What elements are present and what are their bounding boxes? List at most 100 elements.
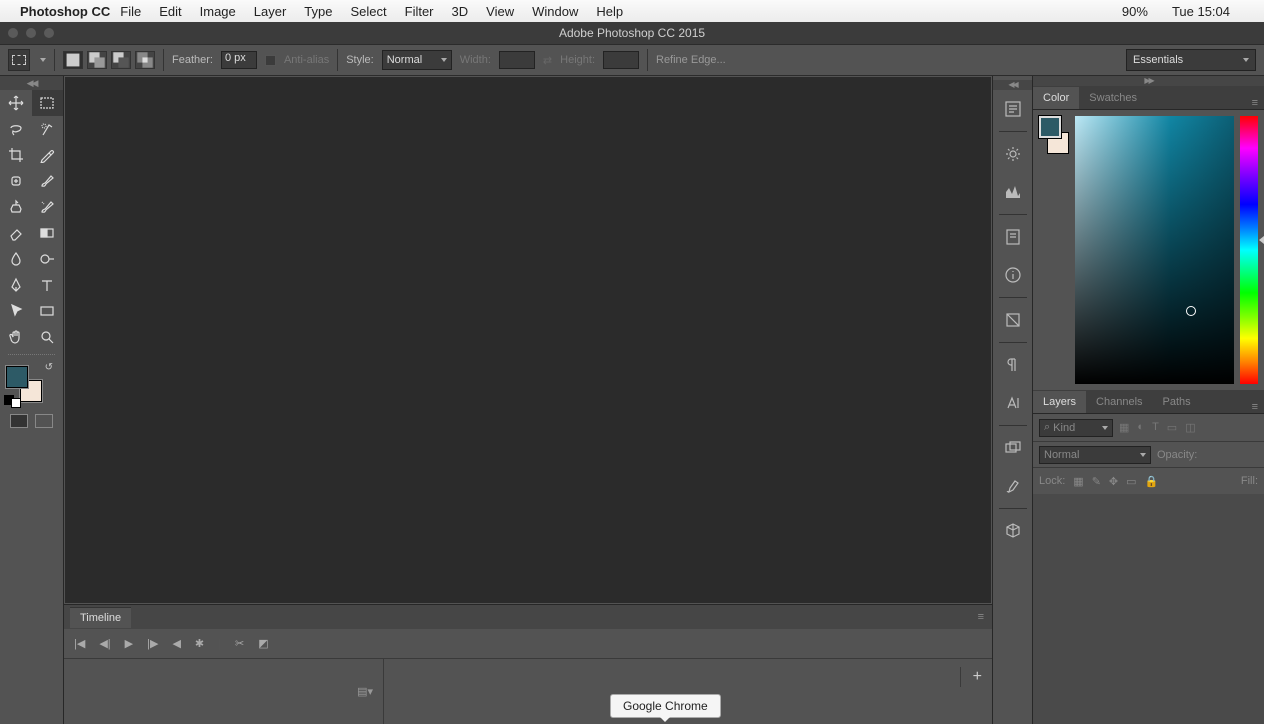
crop-tool[interactable]	[0, 142, 32, 168]
path-selection-tool[interactable]	[0, 298, 32, 324]
brush-tool[interactable]	[32, 168, 64, 194]
workspace-switcher[interactable]: Essentials	[1126, 49, 1256, 71]
dock-collapse-handle[interactable]: ◀◀	[993, 80, 1032, 90]
timeline-play-button[interactable]: ▶	[125, 637, 133, 650]
screen-mode-button[interactable]	[35, 414, 53, 428]
refine-edge-button[interactable]: Refine Edge...	[656, 54, 726, 66]
timeline-settings-icon[interactable]: ✱	[195, 637, 204, 650]
timeline-add-media-icon[interactable]: ▤▾	[357, 685, 373, 698]
blur-tool[interactable]	[0, 246, 32, 272]
menu-3d[interactable]: 3D	[452, 4, 469, 19]
selection-add-button[interactable]	[87, 51, 107, 69]
selection-new-button[interactable]	[63, 51, 83, 69]
quick-selection-tool[interactable]	[32, 116, 64, 142]
tool-preset-button[interactable]	[8, 49, 30, 71]
styles-panel-icon[interactable]	[999, 472, 1027, 500]
zoom-tool[interactable]	[32, 324, 64, 350]
move-tool[interactable]	[0, 90, 32, 116]
tools-collapse-handle[interactable]: ◀◀	[0, 76, 63, 90]
timeline-split-button[interactable]: ✂	[235, 637, 244, 650]
selection-subtract-button[interactable]	[111, 51, 131, 69]
rectangular-marquee-tool[interactable]	[32, 90, 64, 116]
eraser-tool[interactable]	[0, 220, 32, 246]
properties-panel-icon[interactable]	[999, 223, 1027, 251]
menu-type[interactable]: Type	[304, 4, 332, 19]
lock-transparency-icon[interactable]: ▦	[1073, 475, 1083, 488]
tab-timeline[interactable]: Timeline	[70, 607, 131, 628]
brush-settings-panel-icon[interactable]	[999, 140, 1027, 168]
menu-help[interactable]: Help	[596, 4, 623, 19]
foreground-color-swatch[interactable]	[6, 366, 28, 388]
lock-image-icon[interactable]: ✎	[1092, 475, 1101, 488]
menu-select[interactable]: Select	[350, 4, 386, 19]
menu-file[interactable]: File	[120, 4, 141, 19]
canvas-area[interactable]	[65, 77, 991, 603]
menubar-clock[interactable]: Tue 15:04	[1172, 4, 1230, 19]
tab-swatches[interactable]: Swatches	[1079, 87, 1147, 109]
menu-edit[interactable]: Edit	[159, 4, 181, 19]
tab-color[interactable]: Color	[1033, 87, 1079, 109]
timeline-next-frame-button[interactable]: |▶	[147, 637, 158, 650]
panels-collapse-handle[interactable]: ▶▶	[1033, 76, 1264, 86]
gradient-tool[interactable]	[32, 220, 64, 246]
quick-mask-button[interactable]	[10, 414, 28, 428]
hue-slider-thumb[interactable]	[1259, 236, 1264, 244]
tab-channels[interactable]: Channels	[1086, 391, 1152, 413]
menu-view[interactable]: View	[486, 4, 514, 19]
character-panel-icon[interactable]	[999, 389, 1027, 417]
timeline-transition-button[interactable]: ◩	[258, 637, 268, 650]
info-panel-icon[interactable]	[999, 261, 1027, 289]
history-brush-tool[interactable]	[32, 194, 64, 220]
histogram-panel-icon[interactable]	[999, 178, 1027, 206]
lock-all-icon[interactable]: 🔒	[1145, 475, 1159, 488]
lock-artboard-icon[interactable]: ▭	[1126, 475, 1136, 488]
libraries-panel-icon[interactable]	[999, 306, 1027, 334]
filter-shape-icon[interactable]: ▭	[1167, 421, 1177, 434]
timeline-first-frame-button[interactable]: |◀	[74, 637, 85, 650]
panel-menu-icon[interactable]: ≡	[1252, 401, 1258, 413]
feather-input[interactable]: 0 px	[221, 51, 257, 69]
chevron-down-icon[interactable]	[40, 58, 46, 62]
style-select[interactable]: Normal	[382, 50, 452, 70]
pen-tool[interactable]	[0, 272, 32, 298]
color-marker[interactable]	[1186, 306, 1196, 316]
filter-type-icon[interactable]: T	[1152, 421, 1159, 434]
panel-foreground-swatch[interactable]	[1039, 116, 1061, 138]
layer-list[interactable]	[1033, 494, 1264, 724]
app-name[interactable]: Photoshop CC	[20, 4, 110, 19]
lock-position-icon[interactable]: ✥	[1109, 475, 1118, 488]
dodge-tool[interactable]	[32, 246, 64, 272]
timeline-prev-frame-button[interactable]: ◀|	[99, 637, 110, 650]
panel-menu-icon[interactable]: ≡	[978, 611, 984, 623]
selection-intersect-button[interactable]	[135, 51, 155, 69]
hue-slider[interactable]	[1240, 116, 1258, 384]
panel-menu-icon[interactable]: ≡	[1252, 97, 1258, 109]
history-panel-icon[interactable]	[999, 95, 1027, 123]
spot-healing-tool[interactable]	[0, 168, 32, 194]
tab-layers[interactable]: Layers	[1033, 391, 1086, 413]
tab-paths[interactable]: Paths	[1153, 391, 1201, 413]
rectangle-tool[interactable]	[32, 298, 64, 324]
3d-panel-icon[interactable]	[999, 517, 1027, 545]
layer-filter-select[interactable]: ⌕Kind	[1039, 419, 1113, 437]
paragraph-panel-icon[interactable]	[999, 351, 1027, 379]
menu-window[interactable]: Window	[532, 4, 578, 19]
menu-layer[interactable]: Layer	[254, 4, 287, 19]
eyedropper-tool[interactable]	[32, 142, 64, 168]
timeline-audio-button[interactable]: ◀	[172, 637, 180, 650]
type-tool[interactable]	[32, 272, 64, 298]
swap-colors-icon[interactable]: ↺	[45, 362, 53, 373]
adjustments-panel-icon[interactable]	[999, 434, 1027, 462]
color-field[interactable]	[1075, 116, 1234, 384]
menu-filter[interactable]: Filter	[405, 4, 434, 19]
lasso-tool[interactable]	[0, 116, 32, 142]
clone-stamp-tool[interactable]	[0, 194, 32, 220]
filter-adjustment-icon[interactable]: ◐	[1137, 421, 1144, 434]
timeline-add-track-button[interactable]: +	[960, 667, 982, 687]
filter-pixel-icon[interactable]: ▦	[1119, 421, 1129, 434]
blend-mode-select[interactable]: Normal	[1039, 446, 1151, 464]
hand-tool[interactable]	[0, 324, 32, 350]
menu-image[interactable]: Image	[200, 4, 236, 19]
filter-smart-icon[interactable]: ◫	[1185, 421, 1195, 434]
default-colors-icon[interactable]	[4, 395, 21, 408]
